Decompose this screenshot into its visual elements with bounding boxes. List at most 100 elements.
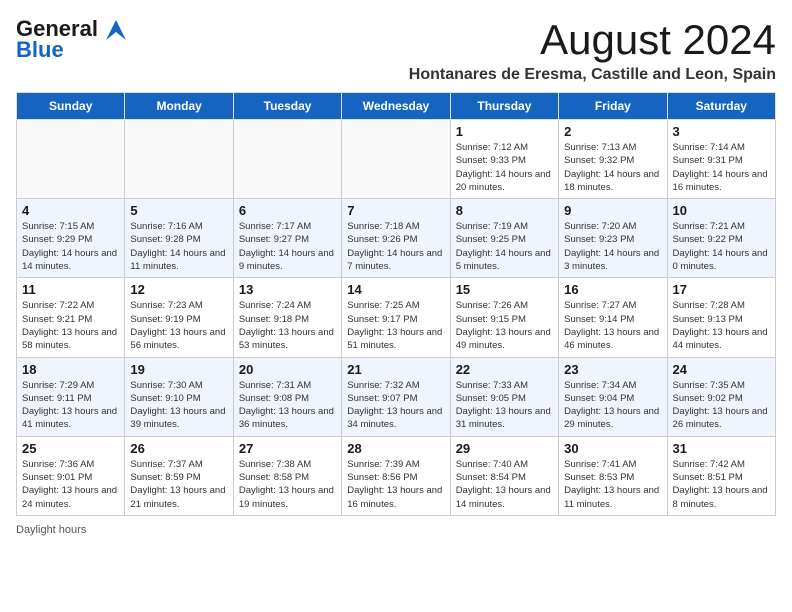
day-number: 18 bbox=[22, 362, 119, 377]
day-info: Sunrise: 7:13 AM Sunset: 9:32 PM Dayligh… bbox=[564, 141, 661, 194]
calendar-cell: 6 Sunrise: 7:17 AM Sunset: 9:27 PM Daylig… bbox=[233, 199, 341, 278]
calendar-header-row: SundayMondayTuesdayWednesdayThursdayFrid… bbox=[17, 93, 776, 120]
subtitle: Hontanares de Eresma, Castille and Leon,… bbox=[409, 66, 776, 84]
day-info: Sunrise: 7:24 AM Sunset: 9:18 PM Dayligh… bbox=[239, 299, 336, 352]
calendar-cell: 25 Sunrise: 7:36 AM Sunset: 9:01 PM Dayli… bbox=[17, 436, 125, 515]
footer: Daylight hours bbox=[16, 524, 776, 536]
day-info: Sunrise: 7:16 AM Sunset: 9:28 PM Dayligh… bbox=[130, 220, 227, 273]
day-number: 1 bbox=[456, 124, 553, 139]
col-header-saturday: Saturday bbox=[667, 93, 775, 120]
day-number: 25 bbox=[22, 441, 119, 456]
calendar-cell: 29 Sunrise: 7:40 AM Sunset: 8:54 PM Dayli… bbox=[450, 436, 558, 515]
day-number: 14 bbox=[347, 282, 444, 297]
calendar-cell: 12Sunrise: 7:23 AM Sunset: 9:19 PM Dayli… bbox=[125, 278, 233, 357]
day-info: Sunrise: 7:38 AM Sunset: 8:58 PM Dayligh… bbox=[239, 458, 336, 511]
calendar-cell: 9Sunrise: 7:20 AM Sunset: 9:23 PM Daylig… bbox=[559, 199, 667, 278]
day-info: Sunrise: 7:37 AM Sunset: 8:59 PM Dayligh… bbox=[130, 458, 227, 511]
calendar-cell: 2Sunrise: 7:13 AM Sunset: 9:32 PM Daylig… bbox=[559, 120, 667, 199]
calendar-cell: 8 Sunrise: 7:19 AM Sunset: 9:25 PM Daylig… bbox=[450, 199, 558, 278]
day-info: Sunrise: 7:40 AM Sunset: 8:54 PM Dayligh… bbox=[456, 458, 553, 511]
day-number: 26 bbox=[130, 441, 227, 456]
calendar-cell: 30 Sunrise: 7:41 AM Sunset: 8:53 PM Dayli… bbox=[559, 436, 667, 515]
day-info: Sunrise: 7:18 AM Sunset: 9:26 PM Dayligh… bbox=[347, 220, 444, 273]
calendar-cell: 3Sunrise: 7:14 AM Sunset: 9:31 PM Daylig… bbox=[667, 120, 775, 199]
day-info: Sunrise: 7:34 AM Sunset: 9:04 PM Dayligh… bbox=[564, 379, 661, 432]
calendar-cell: 7 Sunrise: 7:18 AM Sunset: 9:26 PM Daylig… bbox=[342, 199, 450, 278]
calendar-cell: 27Sunrise: 7:38 AM Sunset: 8:58 PM Dayli… bbox=[233, 436, 341, 515]
col-header-monday: Monday bbox=[125, 93, 233, 120]
calendar-week-1: 1 Sunrise: 7:12 AM Sunset: 9:33 PM Daylig… bbox=[17, 120, 776, 199]
calendar-cell: 1 Sunrise: 7:12 AM Sunset: 9:33 PM Daylig… bbox=[450, 120, 558, 199]
day-number: 19 bbox=[130, 362, 227, 377]
day-info: Sunrise: 7:28 AM Sunset: 9:13 PM Dayligh… bbox=[673, 299, 770, 352]
day-number: 15 bbox=[456, 282, 553, 297]
calendar-week-3: 11 Sunrise: 7:22 AM Sunset: 9:21 PM Dayli… bbox=[17, 278, 776, 357]
day-info: Sunrise: 7:41 AM Sunset: 8:53 PM Dayligh… bbox=[564, 458, 661, 511]
col-header-thursday: Thursday bbox=[450, 93, 558, 120]
calendar-cell bbox=[17, 120, 125, 199]
day-number: 24 bbox=[673, 362, 770, 377]
day-info: Sunrise: 7:23 AM Sunset: 9:19 PM Dayligh… bbox=[130, 299, 227, 352]
day-info: Sunrise: 7:14 AM Sunset: 9:31 PM Dayligh… bbox=[673, 141, 770, 194]
day-number: 17 bbox=[673, 282, 770, 297]
day-number: 30 bbox=[564, 441, 661, 456]
main-title: August 2024 bbox=[409, 16, 776, 64]
day-number: 6 bbox=[239, 203, 336, 218]
calendar-cell: 11 Sunrise: 7:22 AM Sunset: 9:21 PM Dayli… bbox=[17, 278, 125, 357]
calendar-cell: 14 Sunrise: 7:25 AM Sunset: 9:17 PM Dayli… bbox=[342, 278, 450, 357]
calendar-cell: 31Sunrise: 7:42 AM Sunset: 8:51 PM Dayli… bbox=[667, 436, 775, 515]
calendar-cell bbox=[233, 120, 341, 199]
calendar-cell: 4 Sunrise: 7:15 AM Sunset: 9:29 PM Daylig… bbox=[17, 199, 125, 278]
day-info: Sunrise: 7:12 AM Sunset: 9:33 PM Dayligh… bbox=[456, 141, 553, 194]
day-number: 13 bbox=[239, 282, 336, 297]
day-number: 10 bbox=[673, 203, 770, 218]
calendar-cell: 19Sunrise: 7:30 AM Sunset: 9:10 PM Dayli… bbox=[125, 357, 233, 436]
day-info: Sunrise: 7:21 AM Sunset: 9:22 PM Dayligh… bbox=[673, 220, 770, 273]
day-info: Sunrise: 7:36 AM Sunset: 9:01 PM Dayligh… bbox=[22, 458, 119, 511]
day-number: 23 bbox=[564, 362, 661, 377]
calendar-cell: 18 Sunrise: 7:29 AM Sunset: 9:11 PM Dayli… bbox=[17, 357, 125, 436]
day-info: Sunrise: 7:25 AM Sunset: 9:17 PM Dayligh… bbox=[347, 299, 444, 352]
day-number: 31 bbox=[673, 441, 770, 456]
calendar-cell: 28Sunrise: 7:39 AM Sunset: 8:56 PM Dayli… bbox=[342, 436, 450, 515]
calendar-cell: 21Sunrise: 7:32 AM Sunset: 9:07 PM Dayli… bbox=[342, 357, 450, 436]
day-info: Sunrise: 7:33 AM Sunset: 9:05 PM Dayligh… bbox=[456, 379, 553, 432]
day-number: 4 bbox=[22, 203, 119, 218]
logo-bird-icon bbox=[106, 20, 128, 40]
calendar-cell: 24 Sunrise: 7:35 AM Sunset: 9:02 PM Dayli… bbox=[667, 357, 775, 436]
calendar-cell bbox=[125, 120, 233, 199]
day-number: 7 bbox=[347, 203, 444, 218]
day-info: Sunrise: 7:17 AM Sunset: 9:27 PM Dayligh… bbox=[239, 220, 336, 273]
col-header-friday: Friday bbox=[559, 93, 667, 120]
calendar-cell: 13 Sunrise: 7:24 AM Sunset: 9:18 PM Dayli… bbox=[233, 278, 341, 357]
calendar-table: SundayMondayTuesdayWednesdayThursdayFrid… bbox=[16, 92, 776, 516]
day-info: Sunrise: 7:19 AM Sunset: 9:25 PM Dayligh… bbox=[456, 220, 553, 273]
day-info: Sunrise: 7:31 AM Sunset: 9:08 PM Dayligh… bbox=[239, 379, 336, 432]
calendar-week-5: 25 Sunrise: 7:36 AM Sunset: 9:01 PM Dayli… bbox=[17, 436, 776, 515]
day-info: Sunrise: 7:22 AM Sunset: 9:21 PM Dayligh… bbox=[22, 299, 119, 352]
day-info: Sunrise: 7:27 AM Sunset: 9:14 PM Dayligh… bbox=[564, 299, 661, 352]
day-number: 5 bbox=[130, 203, 227, 218]
calendar-cell: 17 Sunrise: 7:28 AM Sunset: 9:13 PM Dayli… bbox=[667, 278, 775, 357]
day-number: 8 bbox=[456, 203, 553, 218]
calendar-cell: 20 Sunrise: 7:31 AM Sunset: 9:08 PM Dayli… bbox=[233, 357, 341, 436]
day-info: Sunrise: 7:35 AM Sunset: 9:02 PM Dayligh… bbox=[673, 379, 770, 432]
day-info: Sunrise: 7:39 AM Sunset: 8:56 PM Dayligh… bbox=[347, 458, 444, 511]
daylight-label: Daylight hours bbox=[16, 524, 86, 536]
calendar-cell bbox=[342, 120, 450, 199]
day-number: 29 bbox=[456, 441, 553, 456]
day-number: 11 bbox=[22, 282, 119, 297]
calendar-cell: 23 Sunrise: 7:34 AM Sunset: 9:04 PM Dayli… bbox=[559, 357, 667, 436]
calendar-cell: 10 Sunrise: 7:21 AM Sunset: 9:22 PM Dayli… bbox=[667, 199, 775, 278]
day-info: Sunrise: 7:15 AM Sunset: 9:29 PM Dayligh… bbox=[22, 220, 119, 273]
col-header-tuesday: Tuesday bbox=[233, 93, 341, 120]
col-header-sunday: Sunday bbox=[17, 93, 125, 120]
day-number: 20 bbox=[239, 362, 336, 377]
calendar-week-2: 4 Sunrise: 7:15 AM Sunset: 9:29 PM Daylig… bbox=[17, 199, 776, 278]
page-header: General Blue August 2024 Hontanares de E… bbox=[16, 16, 776, 84]
calendar-cell: 26 Sunrise: 7:37 AM Sunset: 8:59 PM Dayli… bbox=[125, 436, 233, 515]
day-info: Sunrise: 7:29 AM Sunset: 9:11 PM Dayligh… bbox=[22, 379, 119, 432]
logo: General Blue bbox=[16, 16, 128, 63]
day-number: 16 bbox=[564, 282, 661, 297]
calendar-week-4: 18 Sunrise: 7:29 AM Sunset: 9:11 PM Dayli… bbox=[17, 357, 776, 436]
